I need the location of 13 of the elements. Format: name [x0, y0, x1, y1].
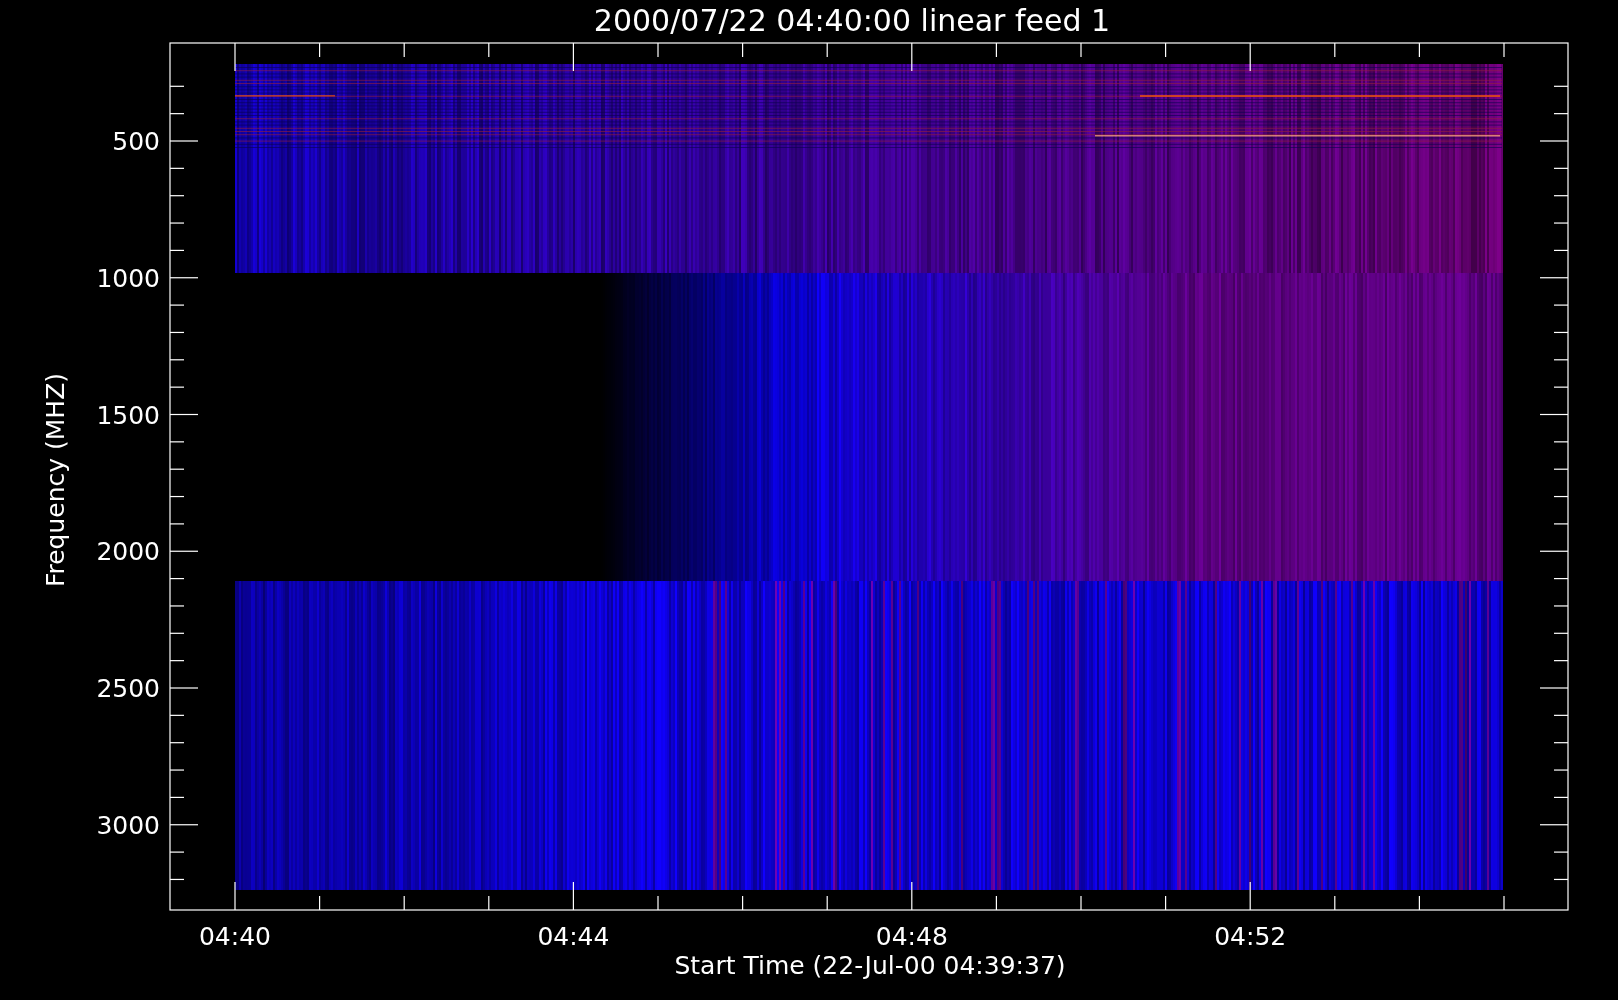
- axis-tick-label: 500: [112, 127, 160, 156]
- axis-tick-label: 04:40: [199, 922, 271, 951]
- axis-label: Frequency (MHZ): [41, 372, 70, 588]
- axis-tick-label: 1000: [96, 263, 160, 293]
- axis-tick-label: 1500: [96, 400, 160, 430]
- axis-tick-label: 04:48: [875, 922, 948, 951]
- axis-tick-label: 2000: [96, 537, 160, 567]
- chart-title: 2000/07/22 04:40:00 linear feed 1: [593, 3, 1111, 38]
- axis-tick-label: 04:44: [537, 922, 610, 951]
- axis-tick-label: 3000: [96, 810, 160, 840]
- axis-label: Start Time (22-Jul-00 04:39:37): [674, 951, 1066, 980]
- axis-tick-label: 04:52: [1214, 922, 1287, 951]
- axis-tick-label: 2500: [96, 674, 160, 703]
